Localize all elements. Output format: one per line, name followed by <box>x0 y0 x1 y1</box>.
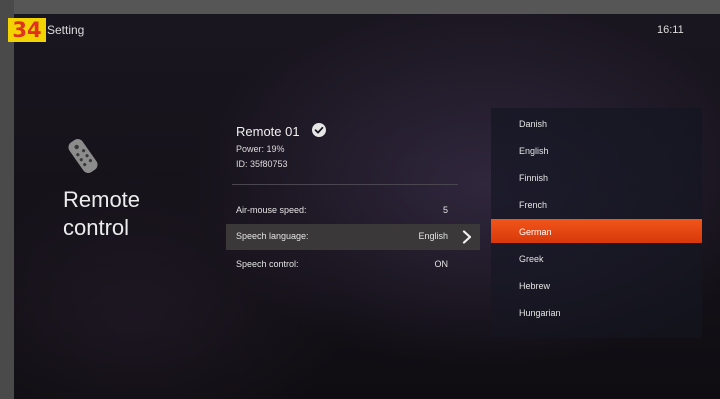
device-id: ID: 35f80753 <box>236 159 288 169</box>
language-option-english[interactable]: English <box>491 138 702 162</box>
setting-value: English <box>418 231 448 241</box>
setting-speech-language[interactable]: Speech language: English <box>226 224 480 250</box>
section-title: Remote control <box>63 186 140 242</box>
clock: 16:11 <box>657 24 684 36</box>
remote-control-icon <box>68 139 98 173</box>
app-title: Setting <box>47 23 85 37</box>
setting-value: ON <box>434 259 449 269</box>
language-option-greek[interactable]: Greek <box>491 246 702 270</box>
step-number-badge: 34 <box>8 18 46 42</box>
device-power: Power: 19% <box>236 144 285 154</box>
chevron-right-icon <box>462 230 472 244</box>
screen-bezel-left <box>0 0 14 399</box>
language-option-hungarian[interactable]: Hungarian <box>491 300 702 324</box>
section-title-line1: Remote <box>63 187 141 212</box>
language-option-danish[interactable]: Danish <box>491 111 702 135</box>
language-option-finnish[interactable]: Finnish <box>491 165 702 189</box>
setting-air-mouse-speed[interactable]: Air-mouse speed: 5 <box>226 198 480 224</box>
device-name: Remote 01 <box>236 124 300 139</box>
screen-bezel-top <box>0 0 720 14</box>
language-option-german[interactable]: German <box>491 219 702 243</box>
setting-value: 5 <box>442 205 448 215</box>
setting-label: Air-mouse speed: <box>236 205 307 215</box>
setting-speech-control[interactable]: Speech control: ON <box>226 252 480 278</box>
setting-label: Speech language: <box>236 231 309 241</box>
language-option-hebrew[interactable]: Hebrew <box>491 273 702 297</box>
language-option-french[interactable]: French <box>491 192 702 216</box>
setting-label: Speech control: <box>236 259 299 269</box>
section-title-line2: control <box>63 215 130 240</box>
divider <box>232 184 458 185</box>
check-circle-icon <box>312 123 326 137</box>
